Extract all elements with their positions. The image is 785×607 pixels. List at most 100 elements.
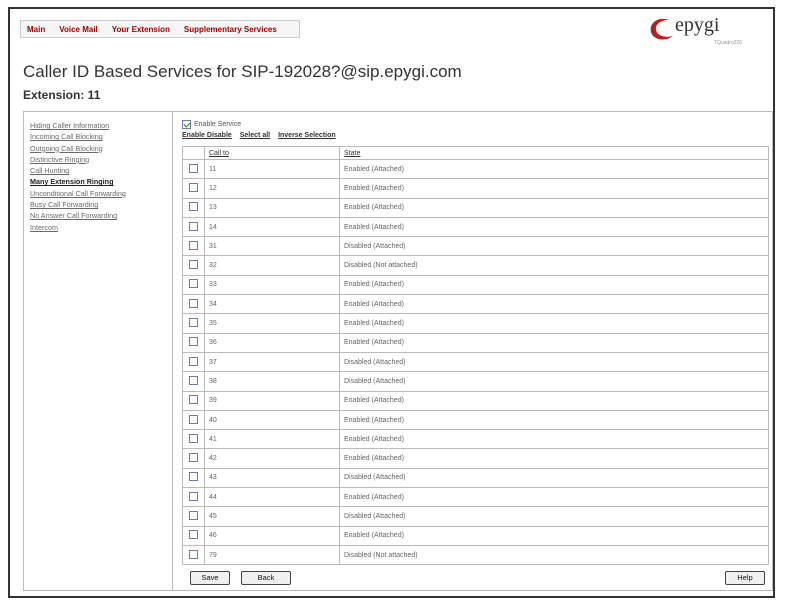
- table-row: 14 Enabled (Attached): [182, 216, 769, 238]
- inverse-selection-link[interactable]: Inverse Selection: [278, 132, 336, 139]
- row-checkbox[interactable]: [189, 279, 198, 289]
- select-column-header: [182, 146, 205, 160]
- main-panel: Enable Service Enable Disable Select all…: [180, 112, 770, 590]
- row-checkbox[interactable]: [189, 375, 198, 385]
- state-cell: Enabled (Attached): [339, 313, 769, 334]
- table-row: 11 Enabled (Attached): [182, 158, 769, 180]
- table-row: 12 Enabled (Attached): [182, 178, 769, 199]
- state-cell: Disabled (Not attached): [339, 255, 769, 276]
- back-button[interactable]: Back: [241, 571, 291, 585]
- sidebar-item[interactable]: No Answer Call Forwarding: [30, 210, 172, 221]
- button-row: Save Back Help: [180, 571, 770, 587]
- sidebar-item[interactable]: Outgoing Call Blocking: [30, 143, 172, 154]
- nav-main[interactable]: Main: [27, 25, 45, 34]
- row-select-cell: [182, 332, 205, 353]
- row-checkbox[interactable]: [189, 472, 198, 482]
- row-checkbox[interactable]: [189, 356, 198, 366]
- call-to-cell: 79: [204, 544, 340, 566]
- row-checkbox[interactable]: [189, 510, 198, 520]
- state-cell: Enabled (Attached): [339, 332, 769, 353]
- state-cell: Disabled (Attached): [339, 467, 769, 489]
- row-checkbox[interactable]: [189, 182, 198, 192]
- row-checkbox[interactable]: [189, 549, 198, 559]
- row-select-cell: [182, 487, 205, 508]
- selection-links: Enable Disable Select all Inverse Select…: [182, 132, 342, 139]
- call-to-cell: 33: [204, 274, 340, 296]
- table-row: 39 Enabled (Attached): [182, 390, 769, 411]
- call-to-cell: 36: [204, 332, 340, 353]
- select-all-link[interactable]: Select all: [240, 132, 270, 139]
- row-checkbox[interactable]: [189, 298, 198, 308]
- row-checkbox[interactable]: [189, 491, 198, 501]
- logo-brand: epygi: [675, 14, 720, 36]
- call-to-cell: 41: [204, 429, 340, 450]
- help-button[interactable]: Help: [725, 571, 765, 585]
- nav-voice-mail[interactable]: Voice Mail: [59, 25, 98, 34]
- table-row: 42 Enabled (Attached): [182, 448, 769, 469]
- row-select-cell: [182, 467, 205, 489]
- state-cell: Enabled (Attached): [339, 409, 769, 431]
- row-checkbox[interactable]: [189, 337, 198, 347]
- enable-disable-link[interactable]: Enable Disable: [182, 132, 232, 139]
- table-row: 40 Enabled (Attached): [182, 409, 769, 431]
- row-checkbox[interactable]: [189, 221, 198, 231]
- sidebar-item[interactable]: Incoming Call Blocking: [30, 131, 172, 142]
- sidebar-item[interactable]: Unconditional Call Forwarding: [30, 188, 172, 199]
- row-checkbox[interactable]: [189, 163, 198, 173]
- state-cell: Enabled (Attached): [339, 448, 769, 469]
- sidebar-item[interactable]: Many Extension Ringing: [30, 176, 172, 187]
- row-select-cell: [182, 409, 205, 431]
- nav-supplementary-services[interactable]: Supplementary Services: [184, 25, 277, 34]
- enable-service-label: Enable Service: [194, 121, 242, 128]
- row-select-cell: [182, 525, 205, 546]
- row-select-cell: [182, 448, 205, 469]
- call-to-cell: 44: [204, 487, 340, 508]
- row-checkbox[interactable]: [189, 453, 198, 463]
- row-select-cell: [182, 236, 205, 257]
- call-to-cell: 31: [204, 236, 340, 257]
- table-row: 45 Disabled (Attached): [182, 506, 769, 527]
- logo-model: TQuadro226: [714, 40, 743, 46]
- state-cell: Disabled (Attached): [339, 506, 769, 527]
- sidebar-item[interactable]: Call Hunting: [30, 165, 172, 176]
- call-to-cell: 40: [204, 409, 340, 431]
- table-row: 35 Enabled (Attached): [182, 313, 769, 334]
- state-cell: Disabled (Attached): [339, 371, 769, 392]
- sidebar-item[interactable]: Busy Call Forwarding: [30, 199, 172, 210]
- table-row: 34 Enabled (Attached): [182, 294, 769, 315]
- state-cell: Enabled (Attached): [339, 178, 769, 199]
- row-select-cell: [182, 216, 205, 238]
- call-to-cell: 14: [204, 216, 340, 238]
- row-checkbox[interactable]: [189, 433, 198, 443]
- row-checkbox[interactable]: [189, 395, 198, 405]
- sidebar-item[interactable]: Intercom: [30, 222, 172, 233]
- row-select-cell: [182, 274, 205, 296]
- call-to-cell: 34: [204, 294, 340, 315]
- save-button[interactable]: Save: [190, 571, 230, 585]
- table-row: 46 Enabled (Attached): [182, 525, 769, 546]
- top-nav: Main Voice Mail Your Extension Supplemen…: [20, 20, 300, 38]
- row-select-cell: [182, 197, 205, 218]
- row-select-cell: [182, 294, 205, 315]
- enable-service-checkbox[interactable]: [182, 120, 191, 129]
- row-select-cell: [182, 351, 205, 373]
- sidebar-item[interactable]: Distinctive Ringing: [30, 154, 172, 165]
- nav-your-extension[interactable]: Your Extension: [112, 25, 170, 34]
- table-row: 33 Enabled (Attached): [182, 274, 769, 296]
- logo-swoosh-icon: [650, 18, 673, 40]
- row-checkbox[interactable]: [189, 318, 198, 328]
- table-row: 41 Enabled (Attached): [182, 429, 769, 450]
- table-row: 37 Disabled (Attached): [182, 351, 769, 373]
- state-header[interactable]: State: [339, 146, 769, 160]
- row-select-cell: [182, 255, 205, 276]
- row-checkbox[interactable]: [189, 202, 198, 212]
- row-checkbox[interactable]: [189, 260, 198, 270]
- row-select-cell: [182, 158, 205, 180]
- row-checkbox[interactable]: [189, 414, 198, 424]
- sidebar-item[interactable]: Hiding Caller Information: [30, 120, 172, 131]
- state-cell: Enabled (Attached): [339, 487, 769, 508]
- row-checkbox[interactable]: [189, 240, 198, 250]
- row-checkbox[interactable]: [189, 530, 198, 540]
- call-to-header[interactable]: Call to: [204, 146, 340, 160]
- table-row: 44 Enabled (Attached): [182, 487, 769, 508]
